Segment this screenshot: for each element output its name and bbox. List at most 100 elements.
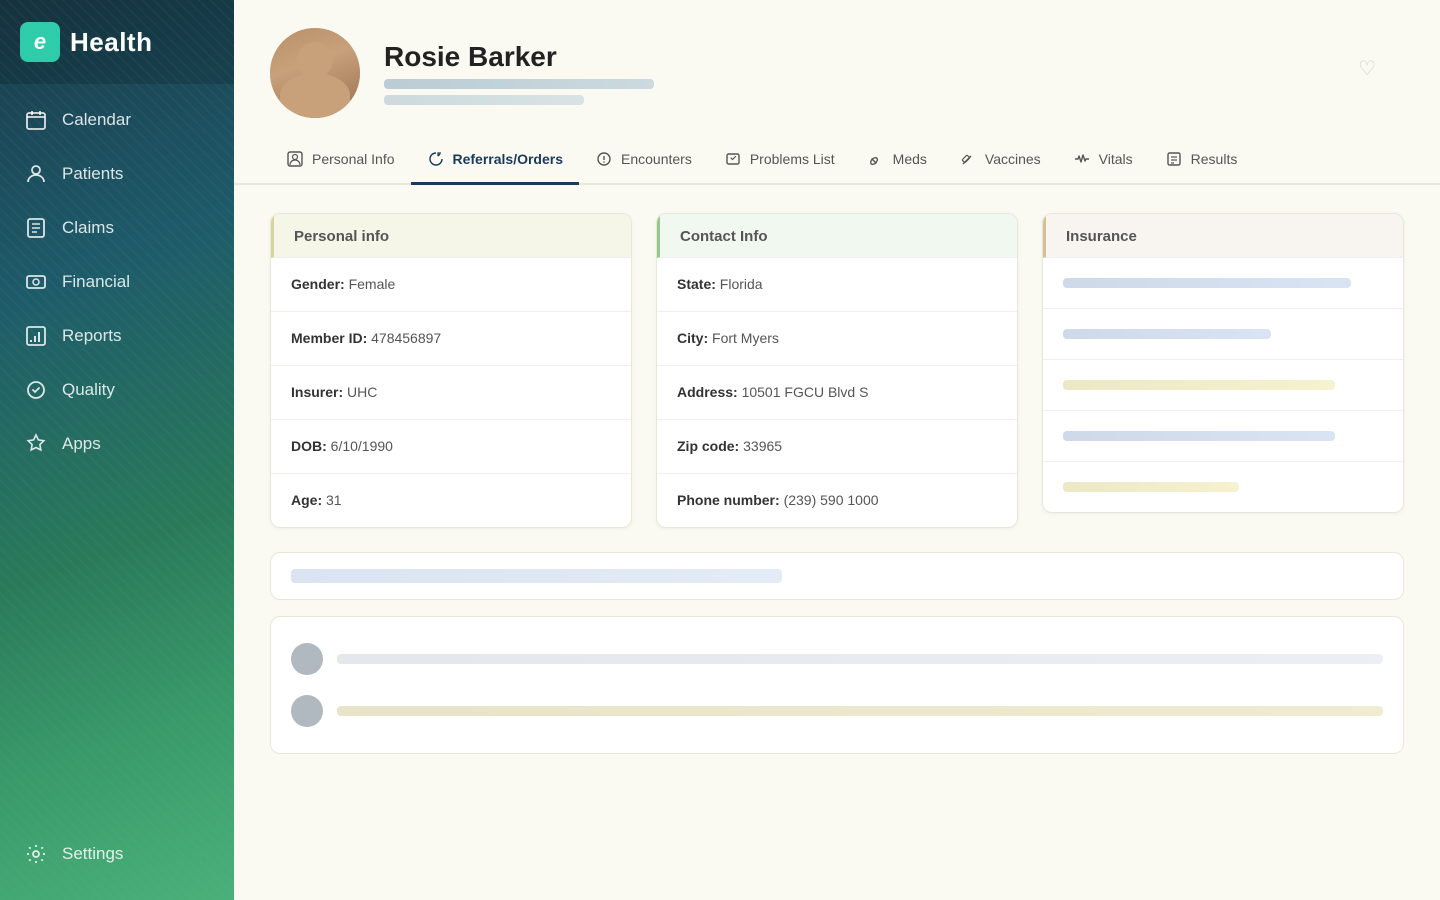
personal-info-icon — [286, 150, 304, 168]
member-id-label: Member ID: — [291, 330, 367, 346]
tab-vitals[interactable]: Vitals — [1057, 138, 1149, 185]
age-value: 31 — [326, 492, 342, 508]
sidebar-item-label: Reports — [62, 326, 122, 346]
gender-row: Gender: Female — [271, 258, 631, 312]
tab-label: Results — [1191, 151, 1238, 167]
insurance-row-3 — [1043, 360, 1403, 411]
city-row: City: Fort Myers — [657, 312, 1017, 366]
logo-icon: e — [20, 22, 60, 62]
logo-text: Health — [70, 27, 152, 58]
row-avatar-1 — [291, 643, 323, 675]
bottom-header-bar — [291, 569, 782, 583]
patient-avatar — [270, 28, 360, 118]
sidebar: e Health Calendar — [0, 0, 234, 900]
sidebar-item-patients[interactable]: Patients — [10, 148, 224, 200]
sidebar-item-label: Settings — [62, 844, 123, 864]
sidebar-item-settings[interactable]: Settings — [10, 828, 224, 880]
contact-info-panel: Contact Info State: Florida City: Fort M… — [656, 213, 1018, 528]
calendar-icon — [24, 108, 48, 132]
sidebar-item-apps[interactable]: Apps — [10, 418, 224, 470]
insurance-panel: Insurance — [1042, 213, 1404, 513]
vaccines-icon — [959, 150, 977, 168]
bottom-text-2 — [337, 706, 1383, 716]
favorite-icon[interactable]: ♡ — [1358, 28, 1404, 81]
bottom-row-2 — [291, 685, 1383, 737]
bottom-section-2 — [270, 616, 1404, 754]
tab-results[interactable]: Results — [1149, 138, 1254, 185]
patient-info: Rosie Barker — [384, 41, 654, 105]
tab-personal-info[interactable]: Personal Info — [270, 138, 411, 185]
city-label: City: — [677, 330, 708, 346]
logo[interactable]: e Health — [0, 0, 234, 84]
insurance-placeholder-1 — [1063, 278, 1351, 288]
main-nav: Calendar Patients Claims — [0, 94, 234, 818]
tabs-bar: Personal Info Referrals/Orders — [234, 138, 1440, 185]
zip-value: 33965 — [743, 438, 782, 454]
patients-icon — [24, 162, 48, 186]
tab-label: Problems List — [750, 151, 835, 167]
quality-icon — [24, 378, 48, 402]
phone-label: Phone number: — [677, 492, 780, 508]
content-area: Personal info Gender: Female Member ID: … — [234, 185, 1440, 900]
state-label: State: — [677, 276, 716, 292]
insurance-row-4 — [1043, 411, 1403, 462]
insurance-row-5 — [1043, 462, 1403, 512]
reports-icon — [24, 324, 48, 348]
patient-meta-bar2 — [384, 95, 584, 105]
referrals-orders-icon — [427, 150, 445, 168]
sidebar-item-label: Apps — [62, 434, 101, 454]
tab-encounters[interactable]: Encounters — [579, 138, 708, 185]
age-row: Age: 31 — [271, 474, 631, 527]
insurance-placeholder-5 — [1063, 482, 1239, 492]
member-id-value: 478456897 — [371, 330, 441, 346]
row-avatar-2 — [291, 695, 323, 727]
gender-value: Female — [349, 276, 396, 292]
tab-label: Personal Info — [312, 151, 395, 167]
vitals-icon — [1073, 150, 1091, 168]
tab-label: Meds — [893, 151, 927, 167]
address-row: Address: 10501 FGCU Blvd S — [657, 366, 1017, 420]
patient-meta-bar1 — [384, 79, 654, 89]
dob-row: DOB: 6/10/1990 — [271, 420, 631, 474]
dob-label: DOB: — [291, 438, 327, 454]
insurance-row-1 — [1043, 258, 1403, 309]
personal-info-panel-header: Personal info — [271, 214, 631, 258]
personal-info-panel: Personal info Gender: Female Member ID: … — [270, 213, 632, 528]
bottom-text-1 — [337, 654, 1383, 664]
sidebar-item-reports[interactable]: Reports — [10, 310, 224, 362]
problems-list-icon — [724, 150, 742, 168]
insurer-value: UHC — [347, 384, 377, 400]
sidebar-item-label: Patients — [62, 164, 123, 184]
bottom-section — [270, 552, 1404, 600]
tab-problems-list[interactable]: Problems List — [708, 138, 851, 185]
encounters-icon — [595, 150, 613, 168]
tab-referrals-orders[interactable]: Referrals/Orders — [411, 138, 580, 185]
financial-icon — [24, 270, 48, 294]
sidebar-item-claims[interactable]: Claims — [10, 202, 224, 254]
tab-vaccines[interactable]: Vaccines — [943, 138, 1057, 185]
gender-label: Gender: — [291, 276, 345, 292]
claims-icon — [24, 216, 48, 240]
contact-info-panel-header: Contact Info — [657, 214, 1017, 258]
member-id-row: Member ID: 478456897 — [271, 312, 631, 366]
results-icon — [1165, 150, 1183, 168]
meds-icon — [867, 150, 885, 168]
phone-row: Phone number: (239) 590 1000 — [657, 474, 1017, 527]
settings-icon — [24, 842, 48, 866]
tab-meds[interactable]: Meds — [851, 138, 943, 185]
tab-label: Vitals — [1099, 151, 1133, 167]
sidebar-item-calendar[interactable]: Calendar — [10, 94, 224, 146]
sidebar-item-label: Calendar — [62, 110, 131, 130]
patient-header: Rosie Barker ♡ — [234, 0, 1440, 138]
sidebar-item-quality[interactable]: Quality — [10, 364, 224, 416]
sidebar-item-financial[interactable]: Financial — [10, 256, 224, 308]
insurer-row: Insurer: UHC — [271, 366, 631, 420]
insurer-label: Insurer: — [291, 384, 343, 400]
sidebar-item-label: Quality — [62, 380, 115, 400]
sidebar-bottom: Settings — [0, 818, 234, 900]
sidebar-item-label: Financial — [62, 272, 130, 292]
avatar-image — [270, 28, 360, 118]
tab-label: Referrals/Orders — [453, 151, 564, 167]
sidebar-item-label: Claims — [62, 218, 114, 238]
info-panels-row: Personal info Gender: Female Member ID: … — [270, 213, 1404, 528]
